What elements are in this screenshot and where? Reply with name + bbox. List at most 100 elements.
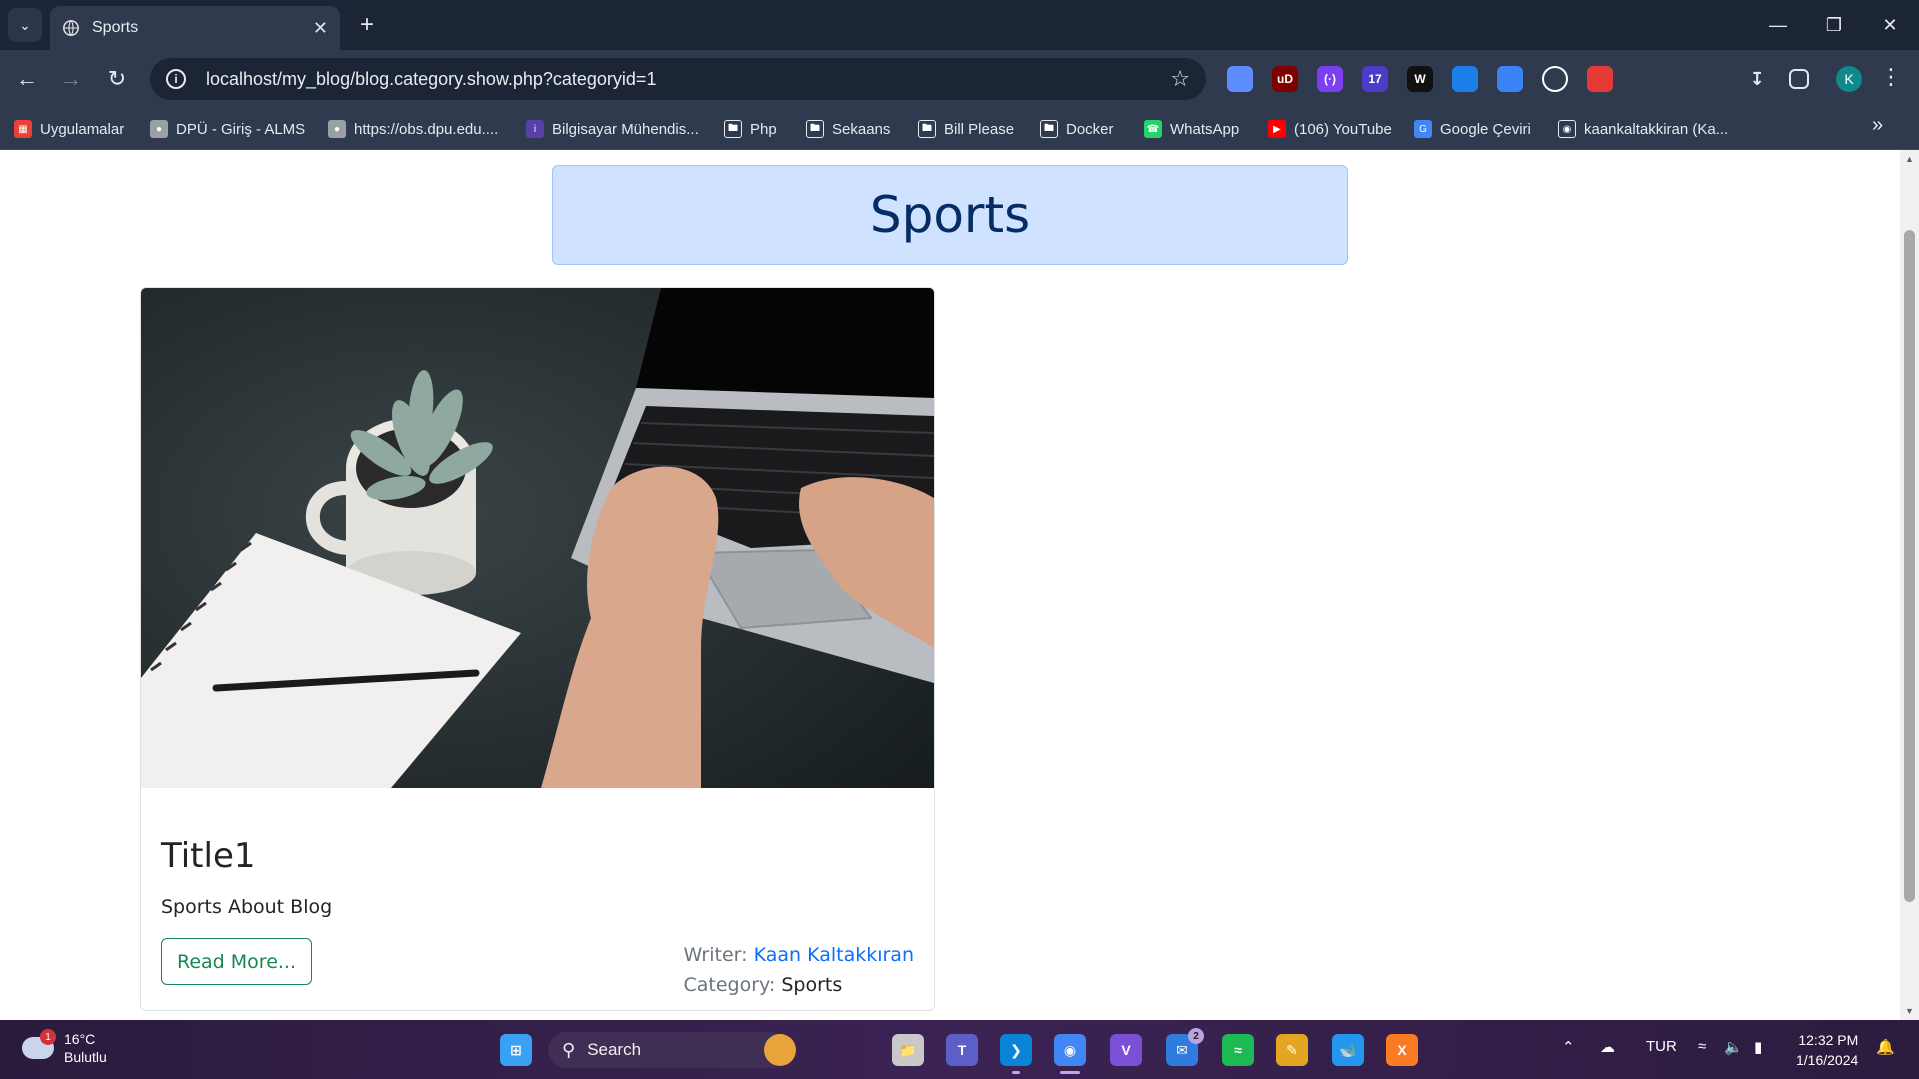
google-translate-icon: G xyxy=(1414,120,1432,138)
new-tab-button[interactable]: + xyxy=(352,10,382,40)
menu-kebab-icon[interactable]: ⋮ xyxy=(1880,64,1902,90)
active-tab[interactable]: Sports ✕ xyxy=(50,6,340,50)
pen-tool-icon[interactable] xyxy=(1227,66,1253,92)
weather-temp: 16°C xyxy=(64,1031,96,1047)
mail-icon[interactable]: ✉ 2 xyxy=(1166,1028,1204,1066)
notification-bell-icon[interactable]: 🔔 xyxy=(1876,1038,1895,1056)
arrow-left-icon: ← xyxy=(16,66,38,91)
docker-icon[interactable]: 🐋 xyxy=(1332,1034,1364,1066)
onedrive-icon[interactable]: ☁ xyxy=(1600,1038,1615,1056)
bookmark-item[interactable]: ▶ (106) YouTube xyxy=(1268,118,1392,140)
close-window-button[interactable]: ✕ xyxy=(1862,0,1918,50)
chevron-up-icon[interactable]: ⌃ xyxy=(1562,1038,1575,1056)
weather-widget[interactable]: 1 16°C Bulutlu xyxy=(22,1029,107,1066)
volume-icon[interactable]: 🔈 xyxy=(1724,1038,1743,1056)
address-bar[interactable]: i localhost/my_blog/blog.category.show.p… xyxy=(150,58,1206,100)
puzzle-icon[interactable] xyxy=(1677,66,1703,92)
bookmark-label: kaankaltakkiran (Ka... xyxy=(1584,120,1729,138)
download-icon[interactable]: ↧ xyxy=(1744,66,1770,92)
post-card: Title1 Sports About Blog Read More... Wr… xyxy=(140,287,935,1011)
teams-icon[interactable]: T xyxy=(946,1034,978,1066)
weather-desc: Bulutlu xyxy=(64,1049,107,1065)
globe-icon xyxy=(63,20,79,36)
info-site-icon: i xyxy=(526,120,544,138)
file-icon[interactable] xyxy=(1497,66,1523,92)
writer-link[interactable]: Kaan Kaltakkıran xyxy=(754,944,914,966)
bookmark-item[interactable]: G Google Çeviri xyxy=(1414,118,1531,140)
scroll-down-icon[interactable]: ▼ xyxy=(1905,1006,1914,1016)
file-explorer-icon[interactable]: 📁 xyxy=(892,1034,924,1066)
bookmark-label: Google Çeviri xyxy=(1440,120,1531,138)
circle-extension-icon[interactable] xyxy=(1542,66,1568,92)
bookmark-item[interactable]: ● DPÜ - Giriş - ALMS xyxy=(150,118,305,140)
forward-button[interactable]: → xyxy=(56,64,86,94)
url-text[interactable]: localhost/my_blog/blog.category.show.php… xyxy=(206,69,1170,90)
profile-avatar[interactable]: K xyxy=(1836,66,1862,92)
category-banner: Sports xyxy=(552,165,1348,265)
bookmark-item[interactable]: ☎ WhatsApp xyxy=(1144,118,1239,140)
bookmark-label: DPÜ - Giriş - ALMS xyxy=(176,120,306,138)
close-tab-icon[interactable]: ✕ xyxy=(313,18,328,39)
sound-icon[interactable]: (·) xyxy=(1317,66,1343,92)
minimize-button[interactable]: — xyxy=(1750,0,1806,50)
weather-badge: 1 xyxy=(40,1029,56,1045)
folder-icon: 🖿 xyxy=(724,120,742,138)
visual-studio-icon[interactable]: V xyxy=(1110,1034,1142,1066)
back-button[interactable]: ← xyxy=(12,64,42,94)
bookmark-label: (106) YouTube xyxy=(1294,120,1392,138)
writer-row: Writer: Kaan Kaltakkıran xyxy=(683,940,914,970)
globe-icon: ● xyxy=(328,120,346,138)
bookmarks-bar: ▦ Uygulamalar ● DPÜ - Giriş - ALMS ● https://… xyxy=(0,108,1919,150)
scroll-up-icon[interactable]: ▲ xyxy=(1905,154,1914,164)
bookmark-item[interactable]: 🖿 Bill Please xyxy=(918,118,1014,140)
taskbar-search[interactable]: ⚲ Search xyxy=(548,1032,788,1068)
start-icon[interactable]: ⊞ xyxy=(500,1034,532,1066)
edge-like-icon[interactable] xyxy=(1452,66,1478,92)
wifi-icon[interactable]: ≈ xyxy=(1698,1038,1706,1055)
record-icon[interactable] xyxy=(1587,66,1613,92)
category-row: Category: Sports xyxy=(683,970,914,1000)
scroll-thumb[interactable] xyxy=(1904,230,1915,902)
bookmark-item[interactable]: ◉ kaankaltakkiran (Ka... xyxy=(1558,118,1728,140)
chevron-down-icon: ⌄ xyxy=(19,16,31,33)
copilot-icon[interactable] xyxy=(764,1034,796,1066)
bookmarks-overflow-icon[interactable]: » xyxy=(1872,114,1883,137)
sticky-notes-icon[interactable]: ✎ xyxy=(1276,1034,1308,1066)
reload-button[interactable]: ↻ xyxy=(102,64,132,94)
post-title: Title1 xyxy=(161,836,256,876)
system-clock[interactable]: 12:32 PM 1/16/2024 xyxy=(1796,1030,1858,1070)
folder-icon: 🖿 xyxy=(918,120,936,138)
chrome-icon[interactable]: ◉ xyxy=(1054,1034,1086,1066)
taskbar-search-label: Search xyxy=(587,1040,642,1059)
xampp-icon[interactable]: X xyxy=(1386,1034,1418,1066)
bookmark-item[interactable]: 🖿 Sekaans xyxy=(806,118,890,140)
tab-strip: ⌄ Sports ✕ + — ❐ ✕ xyxy=(0,0,1919,50)
bookmark-star-icon[interactable]: ☆ xyxy=(1170,66,1190,92)
folder-icon: 🖿 xyxy=(1040,120,1058,138)
language-indicator[interactable]: TUR xyxy=(1646,1038,1677,1055)
site-info-icon[interactable]: i xyxy=(166,69,186,89)
bookmark-item[interactable]: 🖿 Docker xyxy=(1040,118,1114,140)
side-panel-icon[interactable] xyxy=(1789,69,1809,89)
read-more-button[interactable]: Read More... xyxy=(161,938,313,985)
restore-button[interactable]: ❐ xyxy=(1806,0,1862,50)
spotify-icon[interactable]: ≈ xyxy=(1222,1034,1254,1066)
folder-icon: 🖿 xyxy=(806,120,824,138)
post-meta: Writer: Kaan Kaltakkıran Category: Sport… xyxy=(683,940,914,1000)
battery-icon[interactable]: ▮ xyxy=(1754,1038,1762,1056)
page-viewport: Sports Title1 Sports About Blog Read Mor… xyxy=(0,150,1900,1020)
tab-search-button[interactable]: ⌄ xyxy=(8,8,42,42)
bookmark-label: Bill Please xyxy=(944,120,1015,138)
page-scrollbar[interactable]: ▲ ▼ xyxy=(1900,150,1919,1020)
writer-label: Writer: xyxy=(683,944,748,966)
bookmark-item[interactable]: i Bilgisayar Mühendis... xyxy=(526,118,699,140)
bookmark-item[interactable]: 🖿 Php xyxy=(724,118,777,140)
bookmark-item[interactable]: ● https://obs.dpu.edu.... xyxy=(328,118,498,140)
w-extension-icon[interactable]: W xyxy=(1407,66,1433,92)
extension-badge-icon[interactable]: 17 xyxy=(1362,66,1388,92)
ublock-icon[interactable]: uD xyxy=(1272,66,1298,92)
vscode-icon[interactable]: ❯ xyxy=(1000,1034,1032,1066)
windows-taskbar: 1 16°C Bulutlu ⚲ Search ⌃ ☁ TUR ≈ 🔈 ▮ 12… xyxy=(0,1020,1919,1079)
eyedropper-icon[interactable] xyxy=(1632,66,1658,92)
bookmark-item[interactable]: ▦ Uygulamalar xyxy=(14,118,124,140)
